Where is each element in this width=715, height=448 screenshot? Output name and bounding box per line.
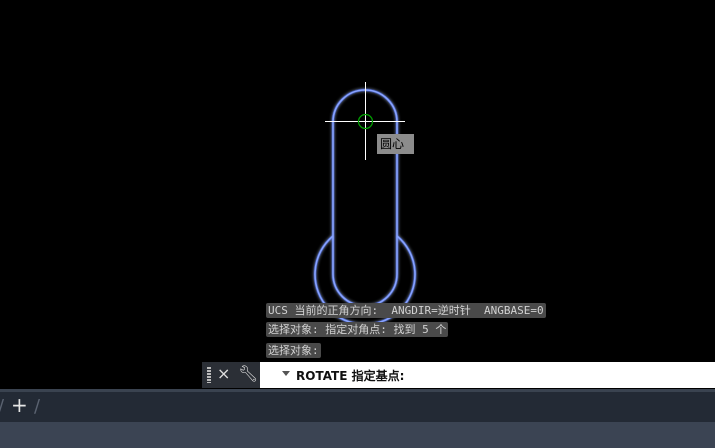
command-line: × 🔧︎ ROTATE 指定基点:: [202, 362, 715, 388]
tab-divider: /: [34, 396, 41, 417]
command-input[interactable]: ROTATE 指定基点:: [260, 362, 715, 388]
tab-divider: /: [0, 396, 4, 417]
wrench-icon[interactable]: 🔧︎: [238, 364, 258, 383]
add-layout-button[interactable]: +: [11, 393, 28, 417]
command-prompt: ROTATE 指定基点:: [296, 369, 405, 383]
recent-commands-dropdown-icon[interactable]: [282, 371, 290, 376]
layout-tabs-bar: / + /: [0, 389, 715, 422]
command-history-line: 选择对象:: [266, 343, 321, 358]
close-icon[interactable]: ×: [217, 364, 230, 383]
command-line-handle[interactable]: × 🔧︎: [202, 362, 260, 388]
command-history-line: 选择对象: 指定对角点: 找到 5 个: [266, 322, 449, 337]
osnap-tooltip: 圆心: [377, 134, 414, 154]
slot-bottom-arc[interactable]: [332, 273, 398, 307]
command-history-line: UCS 当前的正角方向: ANGDIR=逆时针 ANGBASE=0: [266, 303, 546, 318]
drag-grip-icon[interactable]: [207, 367, 211, 383]
status-bar: [0, 422, 715, 448]
